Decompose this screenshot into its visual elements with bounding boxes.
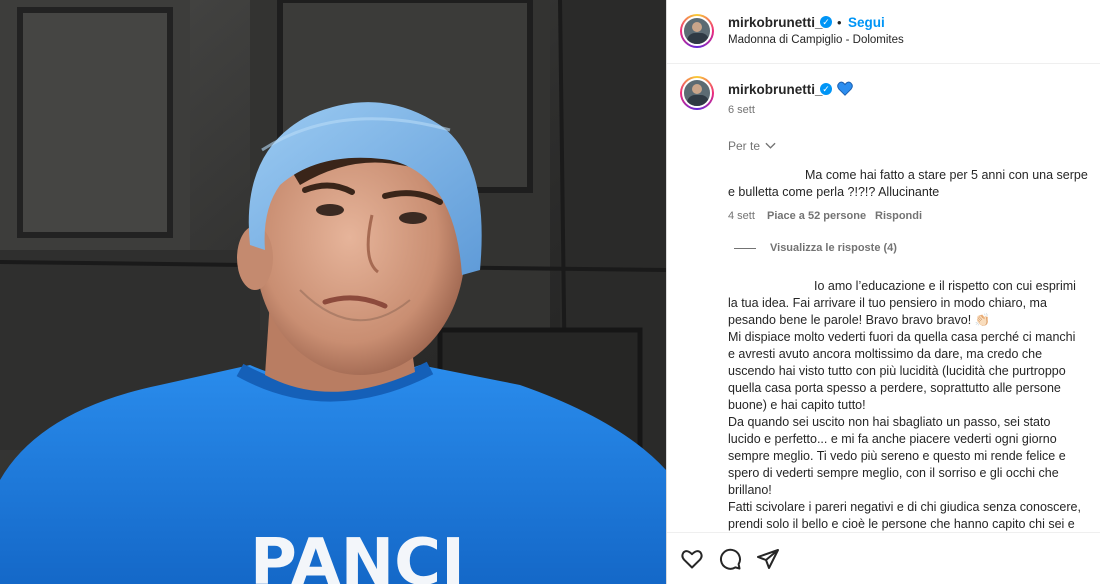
comment-line: sempre meglio. Ti vedo più sereno e ques… <box>728 449 1066 463</box>
post-photo[interactable]: PANCI <box>0 0 666 584</box>
reply-button[interactable]: Rispondi <box>875 210 922 222</box>
comment-line: pesando bene le parole! Bravo bravo brav… <box>728 313 991 327</box>
comment-line: Io amo l’educazione e il rispetto con cu… <box>814 279 1076 293</box>
caption-date: 6 sett <box>728 104 755 116</box>
caption-avatar[interactable] <box>680 76 714 110</box>
selfie-image: PANCI <box>0 0 666 584</box>
comment-2: Io amo l’educazione e il rispetto con cu… <box>728 278 1098 532</box>
comment-line: Mi dispiace molto vederti fuori da quell… <box>728 330 1076 344</box>
blue-heart-icon <box>837 81 853 96</box>
post-header: mirkobrunetti_ ✓ • Segui Madonna di Camp… <box>667 0 1100 64</box>
sweater-text: PANCI <box>250 526 465 584</box>
comment-line: e avresti avuto ancora moltissimo da dar… <box>728 347 1043 361</box>
verified-badge-icon: ✓ <box>820 16 832 28</box>
author-username[interactable]: mirkobrunetti_ <box>728 15 823 30</box>
heart-icon[interactable] <box>680 547 704 571</box>
comment-text: Ma come hai fatto a stare per 5 anni con… <box>728 168 1088 199</box>
comment-line: lucido e perfetto... e mi fa anche piace… <box>728 432 1057 446</box>
comment-line: prendi solo il bello e cioè le persone c… <box>728 517 1075 531</box>
separator-dot: • <box>837 15 842 30</box>
comment-icon[interactable] <box>718 547 742 571</box>
share-icon[interactable] <box>756 547 780 571</box>
chevron-down-icon[interactable] <box>765 142 776 150</box>
follow-button[interactable]: Segui <box>848 15 885 30</box>
view-replies-button[interactable]: Visualizza le risposte (4) <box>770 242 897 254</box>
replies-divider <box>734 248 756 249</box>
avatar[interactable] <box>680 14 714 48</box>
comment-line: la tua idea. Fai arrivare il tuo pensier… <box>728 296 1047 310</box>
post-dialog: PANCI mirkobrunetti_ ✓ • Segui Madonna d… <box>0 0 1100 584</box>
comment-line: brillano! <box>728 483 772 497</box>
comment-line: Da quando sei uscito non hai sbagliato u… <box>728 415 1051 429</box>
comments-list[interactable]: mirkobrunetti_ ✓ 6 sett Per te Ma come h… <box>667 65 1100 532</box>
post-actions-bar <box>667 532 1100 584</box>
verified-badge-icon: ✓ <box>820 83 832 95</box>
caption-username[interactable]: mirkobrunetti_ <box>728 82 823 97</box>
comment-line: Fatti scivolare i pareri negativi e di c… <box>728 500 1081 514</box>
comment-line: uscendo hai visto tutto con più lucidità… <box>728 364 1066 378</box>
comment-line: quella casa porta spesso a perdere, sopr… <box>728 381 1061 395</box>
post-side-panel: mirkobrunetti_ ✓ • Segui Madonna di Camp… <box>666 0 1100 584</box>
comment-sort-label[interactable]: Per te <box>728 139 760 153</box>
comment-line: buone) e hai capito tutto! <box>728 398 866 412</box>
comment-likes[interactable]: Piace a 52 persone <box>767 210 866 222</box>
post-location[interactable]: Madonna di Campiglio - Dolomites <box>728 34 904 46</box>
comment-date: 4 sett <box>728 210 755 222</box>
comment-line: spero di vederti sempre meglio, con il s… <box>728 466 1059 480</box>
